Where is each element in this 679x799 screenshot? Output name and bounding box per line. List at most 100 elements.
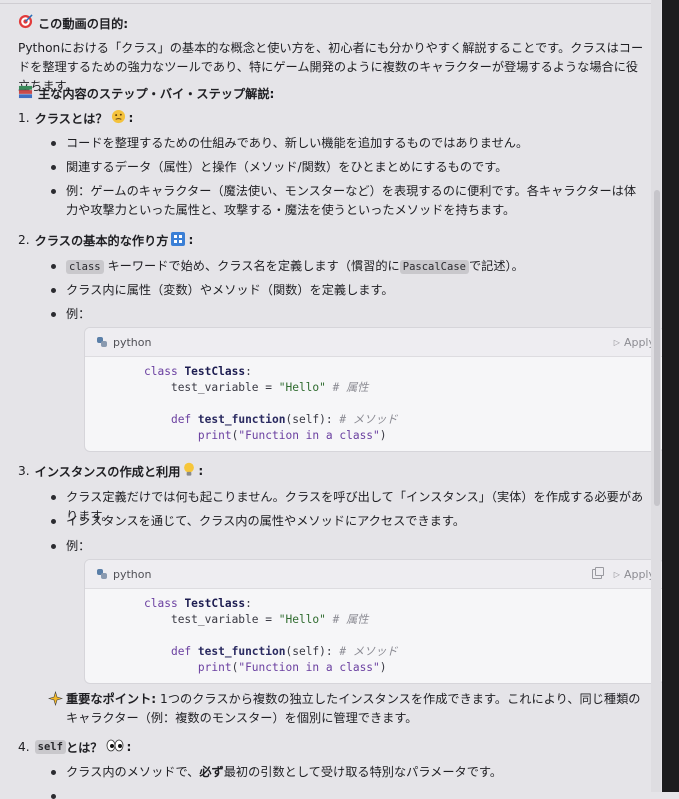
section3-title: 3. インスタンスの作成と利用 :	[18, 462, 203, 480]
section1-bullet-text: 例：ゲームのキャラクター（魔法使い、モンスターなど）を表現するのに便利です。各キ…	[66, 184, 637, 217]
code-token: )	[379, 429, 387, 442]
books-icon	[18, 85, 33, 102]
list-item: インスタンスを通じて、クラス内の属性やメソッドにアクセスできます。	[51, 512, 646, 531]
section4-title-text: とは？	[65, 741, 103, 755]
list-item: 例：	[51, 305, 646, 324]
section3-colon: :	[198, 464, 204, 478]
inline-code: self	[34, 740, 66, 754]
bullet-dot	[51, 288, 56, 293]
list-item: クラス内に属性（変数）やメソッド（関数）を定義します。	[51, 281, 646, 300]
bullet-dot	[51, 794, 56, 799]
section1-bullet-text: 関連するデータ（属性）と操作（メソッド/関数）をひとまとめにするものです。	[66, 160, 508, 174]
section3-bullet-text: 例：	[66, 539, 91, 553]
section1-title-text: クラスとは？	[34, 112, 108, 126]
section4-bullet-text: クラス内のメソッドで、	[66, 765, 200, 779]
code-token: class	[144, 365, 178, 378]
code-token: "Function in a class"	[238, 429, 380, 442]
code-language: python	[113, 567, 152, 581]
section1-number: 1.	[18, 111, 30, 125]
play-icon: ▷	[613, 337, 620, 347]
code-block-header: python ▷ Apply	[85, 328, 663, 357]
bullet-dot	[51, 519, 56, 524]
dart-target-icon	[18, 14, 33, 32]
code-token: TestClass	[184, 365, 246, 378]
light-bulb-icon	[183, 462, 195, 480]
inline-code: class	[66, 260, 104, 274]
thinking-face-icon	[111, 109, 126, 127]
important-point-label: 重要なポイント:	[66, 692, 157, 706]
section4-colon: :	[126, 740, 132, 754]
section3-title-text: インスタンスの作成と利用	[34, 465, 181, 479]
code-token: "Hello"	[278, 613, 326, 626]
section2-title-text: クラスの基本的な作り方	[34, 234, 169, 248]
apply-button[interactable]: ▷ Apply	[614, 336, 655, 349]
code-comment: # 属性	[332, 381, 369, 394]
code-body: class TestClass: test_variable = "Hello"…	[85, 357, 663, 451]
section4-title: 4. self とは？ :	[18, 738, 131, 756]
code-comment: # 属性	[332, 613, 369, 626]
code-token: "Hello"	[278, 381, 326, 394]
section1-bullet-text: コードを整理するための仕組みであり、新しい機能を追加するものではありません。	[66, 136, 529, 150]
bullet-dot	[51, 189, 56, 194]
list-item: クラス内のメソッドで、必ず最初の引数として受け取る特別なパラメータです。	[51, 763, 646, 782]
code-token: test_variable =	[170, 613, 279, 626]
building-blocks-icon	[171, 231, 186, 249]
list-item: 関連するデータ（属性）と操作（メソッド/関数）をひとまとめにするものです。	[51, 158, 646, 177]
list-item: 例：	[51, 537, 646, 556]
bullet-dot	[51, 312, 56, 317]
code-token: :	[245, 365, 252, 378]
code-token: print	[197, 429, 232, 442]
code-language: python	[113, 335, 152, 349]
section4-bullet-text: 最初の引数として受け取る特別なパラメータです。	[223, 765, 503, 779]
list-item: 重要なポイント: 1つのクラスから複数の独立したインスタンスを作成できます。これ…	[47, 690, 646, 728]
code-token: class	[144, 597, 178, 610]
play-icon: ▷	[613, 569, 620, 579]
python-icon	[97, 569, 107, 579]
list-item: class キーワードで始め、クラス名を定義します（慣習的に PascalCase…	[51, 257, 646, 277]
code-token: test_function	[197, 413, 286, 426]
list-item: コードを整理するための仕組みであり、新しい機能を追加するものではありません。	[51, 134, 646, 153]
code-actions: ▷ Apply	[591, 567, 655, 581]
section4-bullet-bold: 必ず	[199, 765, 224, 779]
code-token: def	[170, 413, 192, 426]
copy-icon[interactable]	[591, 567, 604, 579]
section2-number: 2.	[18, 233, 30, 247]
section2-bullet-text: で記述）。	[468, 259, 524, 273]
code-comment: # メソッド	[339, 645, 398, 658]
code-comment: # メソッド	[339, 413, 398, 426]
sparkles-icon	[47, 690, 64, 712]
code-token: (self):	[285, 645, 333, 658]
bullet-dot	[51, 770, 56, 775]
code-token: TestClass	[184, 597, 246, 610]
section2-bullet-text: 例：	[66, 307, 91, 321]
eyes-icon	[106, 739, 124, 755]
section2-colon: :	[188, 233, 194, 247]
code-token: test_variable =	[170, 381, 279, 394]
code-token: test_function	[197, 645, 286, 658]
purpose-heading-text: この動画の目的:	[38, 17, 129, 31]
apply-button[interactable]: ▷ Apply	[614, 568, 655, 581]
python-icon	[97, 337, 107, 347]
code-token: :	[245, 597, 252, 610]
purpose-heading: この動画の目的:	[18, 14, 128, 32]
code-token: def	[170, 645, 192, 658]
steps-heading: 主な内容のステップ・バイ・ステップ解説:	[18, 84, 274, 102]
section4-number: 4.	[18, 740, 30, 754]
section1-colon: :	[128, 111, 134, 125]
scrollbar-thumb[interactable]	[654, 190, 660, 506]
bullet-dot	[51, 544, 56, 549]
code-token: "Function in a class"	[238, 661, 380, 674]
code-block: python ▷ Apply class TestClass: test_var…	[84, 327, 664, 452]
code-token: print	[197, 661, 232, 674]
list-item: 例：ゲームのキャラクター（魔法使い、モンスターなど）を表現するのに便利です。各キ…	[51, 182, 646, 220]
inline-code: PascalCase	[399, 260, 469, 274]
section3-bullet-text: インスタンスを通じて、クラス内の属性やメソッドにアクセスできます。	[66, 514, 466, 528]
code-body: class TestClass: test_variable = "Hello"…	[85, 589, 663, 683]
section2-title: 2. クラスの基本的な作り方 :	[18, 231, 193, 249]
section3-number: 3.	[18, 464, 30, 478]
code-token: (self):	[285, 413, 333, 426]
section1-title: 1. クラスとは？ :	[18, 109, 133, 127]
steps-heading-text: 主な内容のステップ・バイ・ステップ解説:	[38, 87, 275, 101]
code-block: python ▷ Apply class TestClass: test_var…	[84, 559, 664, 684]
bullet-dot	[51, 165, 56, 170]
